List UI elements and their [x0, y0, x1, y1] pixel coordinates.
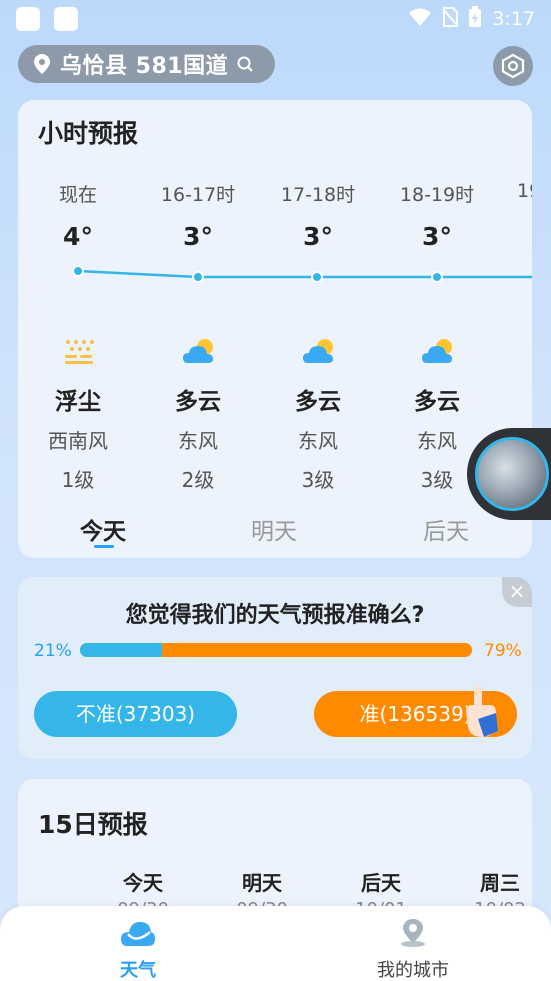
hour-temp: 4° — [63, 222, 93, 251]
search-icon[interactable] — [236, 55, 254, 73]
location-name: 乌恰县 581国道 — [60, 54, 229, 79]
hourly-title: 小时预报 — [38, 119, 139, 148]
forecast-day: 后天 — [361, 871, 401, 895]
forecast-title: 15日预报 — [38, 810, 148, 839]
nav-city-label: 我的城市 — [377, 960, 449, 981]
temperature-line — [72, 265, 532, 283]
hour-condition: 浮尘 — [55, 389, 101, 415]
poll-progress-fill — [80, 643, 163, 657]
poll-progress-bar — [80, 643, 472, 657]
battery-charging-icon — [468, 6, 482, 32]
hour-wind-level: 1级 — [61, 468, 95, 492]
dust-icon — [65, 340, 94, 364]
hour-time: 18-19时 — [399, 184, 475, 206]
weather-nav-icon — [121, 922, 155, 946]
temp-point — [431, 271, 443, 283]
tab-today[interactable]: 今天 — [80, 512, 126, 546]
forecast-day: 今天 — [123, 871, 163, 895]
nav-my-city[interactable]: 我的城市 — [333, 906, 493, 981]
hour-time: 16-17时 — [160, 184, 236, 206]
poll-percent-accurate: 79% — [484, 641, 522, 661]
notification-icon — [54, 7, 78, 31]
hour-time: 17-18时 — [280, 184, 356, 206]
poll-question: 您觉得我们的天气预报准确么? — [125, 603, 425, 628]
temp-point — [72, 265, 84, 277]
poll-percent-inaccurate: 21% — [34, 641, 72, 661]
status-time: 3:17 — [492, 8, 535, 30]
active-tab-indicator — [94, 545, 114, 548]
tab-tomorrow[interactable]: 明天 — [251, 512, 297, 546]
status-bar: 3:17 — [0, 0, 551, 38]
hour-condition: 多云 — [295, 389, 341, 415]
hour-time: 19 — [517, 180, 532, 202]
hour-wind: 东风 — [298, 429, 338, 453]
hour-temp: 3° — [422, 222, 452, 251]
location-selector[interactable]: 乌恰县 581国道 — [18, 45, 275, 83]
hour-condition: 多云 — [175, 389, 221, 415]
settings-button[interactable] — [493, 46, 533, 86]
settings-icon — [501, 53, 525, 79]
hour-wind: 东风 — [178, 429, 218, 453]
forecast-day: 周三 — [480, 871, 520, 895]
pointing-hand-icon — [466, 685, 498, 737]
hour-wind-level: 3级 — [301, 468, 335, 492]
nav-weather-label: 天气 — [120, 960, 156, 981]
partly-cloudy-icon — [422, 339, 452, 363]
hour-temp: 3° — [183, 222, 213, 251]
hour-time: 现在 — [58, 184, 97, 206]
tab-day-after[interactable]: 后天 — [423, 512, 469, 546]
partly-cloudy-icon — [303, 339, 333, 363]
floating-thumbnail — [475, 437, 549, 511]
temp-point — [192, 271, 204, 283]
wifi-icon — [408, 7, 432, 31]
forecast-day: 明天 — [242, 871, 282, 895]
hour-wind-level: 2级 — [181, 468, 215, 492]
no-sim-icon — [442, 7, 459, 31]
temp-point — [311, 271, 323, 283]
hour-temp: 3° — [303, 222, 333, 251]
hour-condition: 多云 — [414, 389, 460, 415]
notification-icon — [16, 7, 40, 31]
map-pin-nav-icon — [401, 919, 425, 947]
floating-video-widget[interactable] — [467, 428, 551, 520]
accuracy-poll-card: × 您觉得我们的天气预报准确么? 21% 79% 不准(37303) 准(136… — [18, 577, 532, 759]
location-pin-icon — [34, 54, 50, 74]
partly-cloudy-icon — [183, 339, 213, 363]
inaccurate-button[interactable]: 不准(37303) — [34, 691, 237, 737]
nav-weather[interactable]: 天气 — [58, 906, 218, 981]
hourly-forecast-card: 小时预报 现在 4° 浮尘 西南风 1级 16-17时 3° 多云 东风 2级 … — [18, 100, 532, 558]
bottom-navigation: 天气 我的城市 — [0, 906, 551, 981]
hour-wind: 西南风 — [48, 429, 108, 453]
